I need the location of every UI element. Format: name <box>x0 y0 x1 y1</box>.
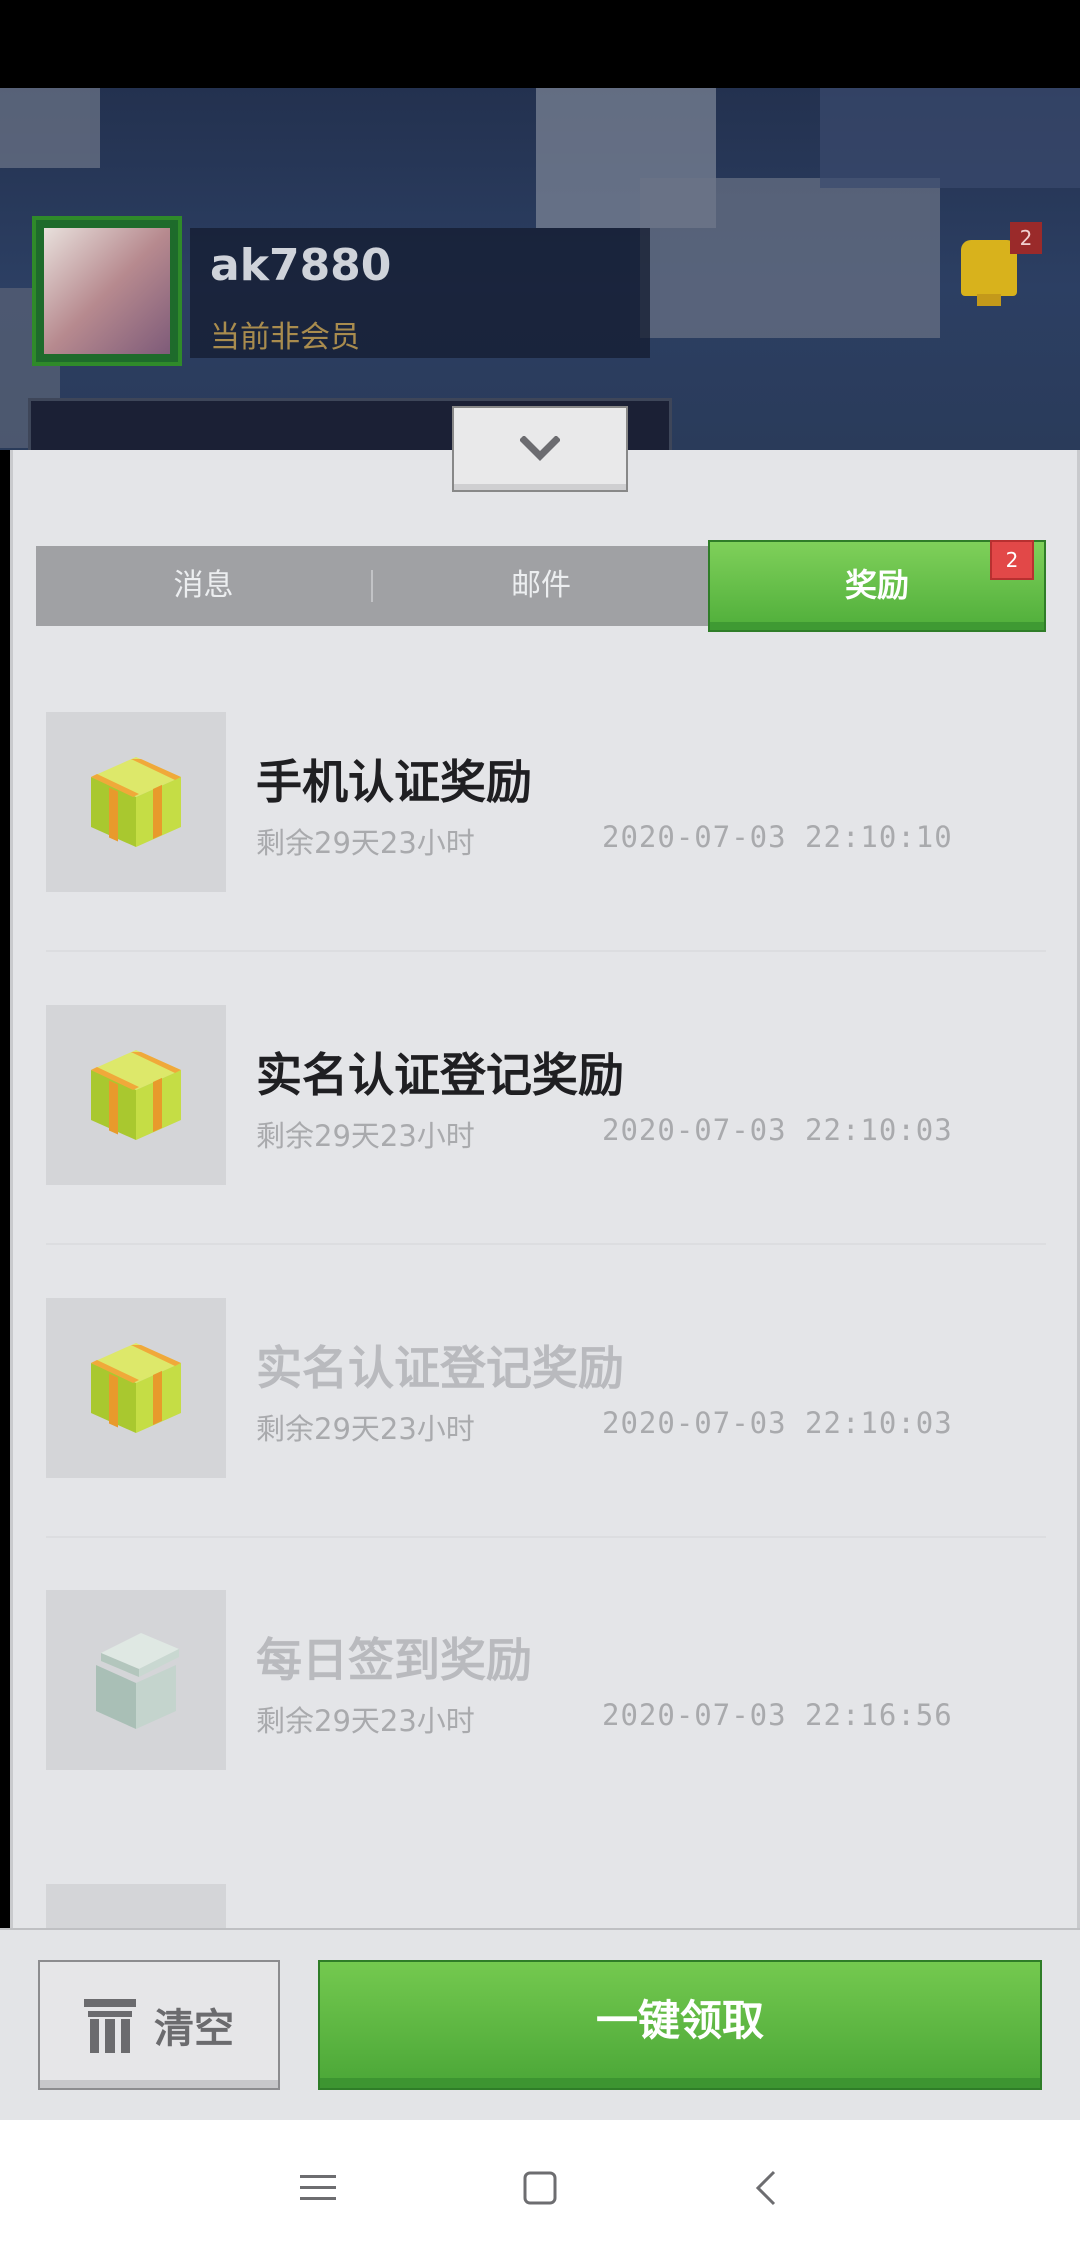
avatar[interactable] <box>32 216 182 366</box>
gift-closed-icon <box>91 1343 181 1433</box>
menu-icon[interactable] <box>288 2158 348 2218</box>
reward-item[interactable]: 手机认证奖励 剩余29天23小时 2020-07-03 22:10:10 <box>46 712 1046 952</box>
reward-item[interactable]: 每日签到奖励 剩余29天23小时 2020-07-03 22:16:56 <box>46 1590 1046 1770</box>
status-bar <box>0 0 1080 88</box>
home-icon[interactable] <box>510 2158 570 2218</box>
gift-closed-icon <box>91 757 181 847</box>
clear-label: 清空 <box>154 2006 234 2052</box>
reward-thumbnail <box>46 1298 226 1478</box>
chevron-down-icon <box>520 436 560 461</box>
reward-remaining: 剩余29天23小时 <box>256 826 475 860</box>
claim-all-button[interactable]: 一键领取 <box>318 1960 1042 2090</box>
reward-item[interactable]: 实名认证登记奖励 剩余29天23小时 2020-07-03 22:10:03 <box>46 1005 1046 1245</box>
reward-time: 2020-07-03 22:16:56 <box>602 1698 953 1732</box>
reward-thumbnail <box>46 1005 226 1185</box>
reward-thumbnail <box>46 712 226 892</box>
username: ak7880 <box>210 240 392 291</box>
reward-title: 实名认证登记奖励 <box>256 1341 624 1395</box>
back-icon[interactable] <box>736 2158 796 2218</box>
rewards-badge: 2 <box>990 540 1034 580</box>
tab-mail[interactable]: 邮件 <box>371 546 711 626</box>
reward-remaining: 剩余29天23小时 <box>256 1704 475 1738</box>
gift-closed-icon <box>91 1050 181 1140</box>
reward-thumbnail <box>46 1590 226 1770</box>
reward-title: 实名认证登记奖励 <box>256 1048 624 1102</box>
system-nav-bar <box>0 2120 1080 2248</box>
reward-title: 手机认证奖励 <box>256 755 532 809</box>
tab-bar: 消息 邮件 奖励 2 <box>36 540 1046 632</box>
reward-time: 2020-07-03 22:10:10 <box>602 820 953 854</box>
clear-button[interactable]: 清空 <box>38 1960 280 2090</box>
trash-icon <box>84 1999 136 2053</box>
notification-badge: 2 <box>1010 222 1042 254</box>
collapse-sheet-button[interactable] <box>452 406 628 492</box>
tab-messages[interactable]: 消息 <box>36 546 371 626</box>
reward-remaining: 剩余29天23小时 <box>256 1412 475 1446</box>
reward-item[interactable]: 实名认证登记奖励 剩余29天23小时 2020-07-03 22:10:03 <box>46 1298 1046 1538</box>
reward-title: 每日签到奖励 <box>256 1633 532 1687</box>
reward-time: 2020-07-03 22:10:03 <box>602 1113 953 1147</box>
reward-item-partial <box>46 1884 226 1928</box>
member-status: 当前非会员 <box>210 320 360 355</box>
gift-open-icon <box>96 1633 179 1729</box>
reward-remaining: 剩余29天23小时 <box>256 1119 475 1153</box>
reward-time: 2020-07-03 22:10:03 <box>602 1406 953 1440</box>
